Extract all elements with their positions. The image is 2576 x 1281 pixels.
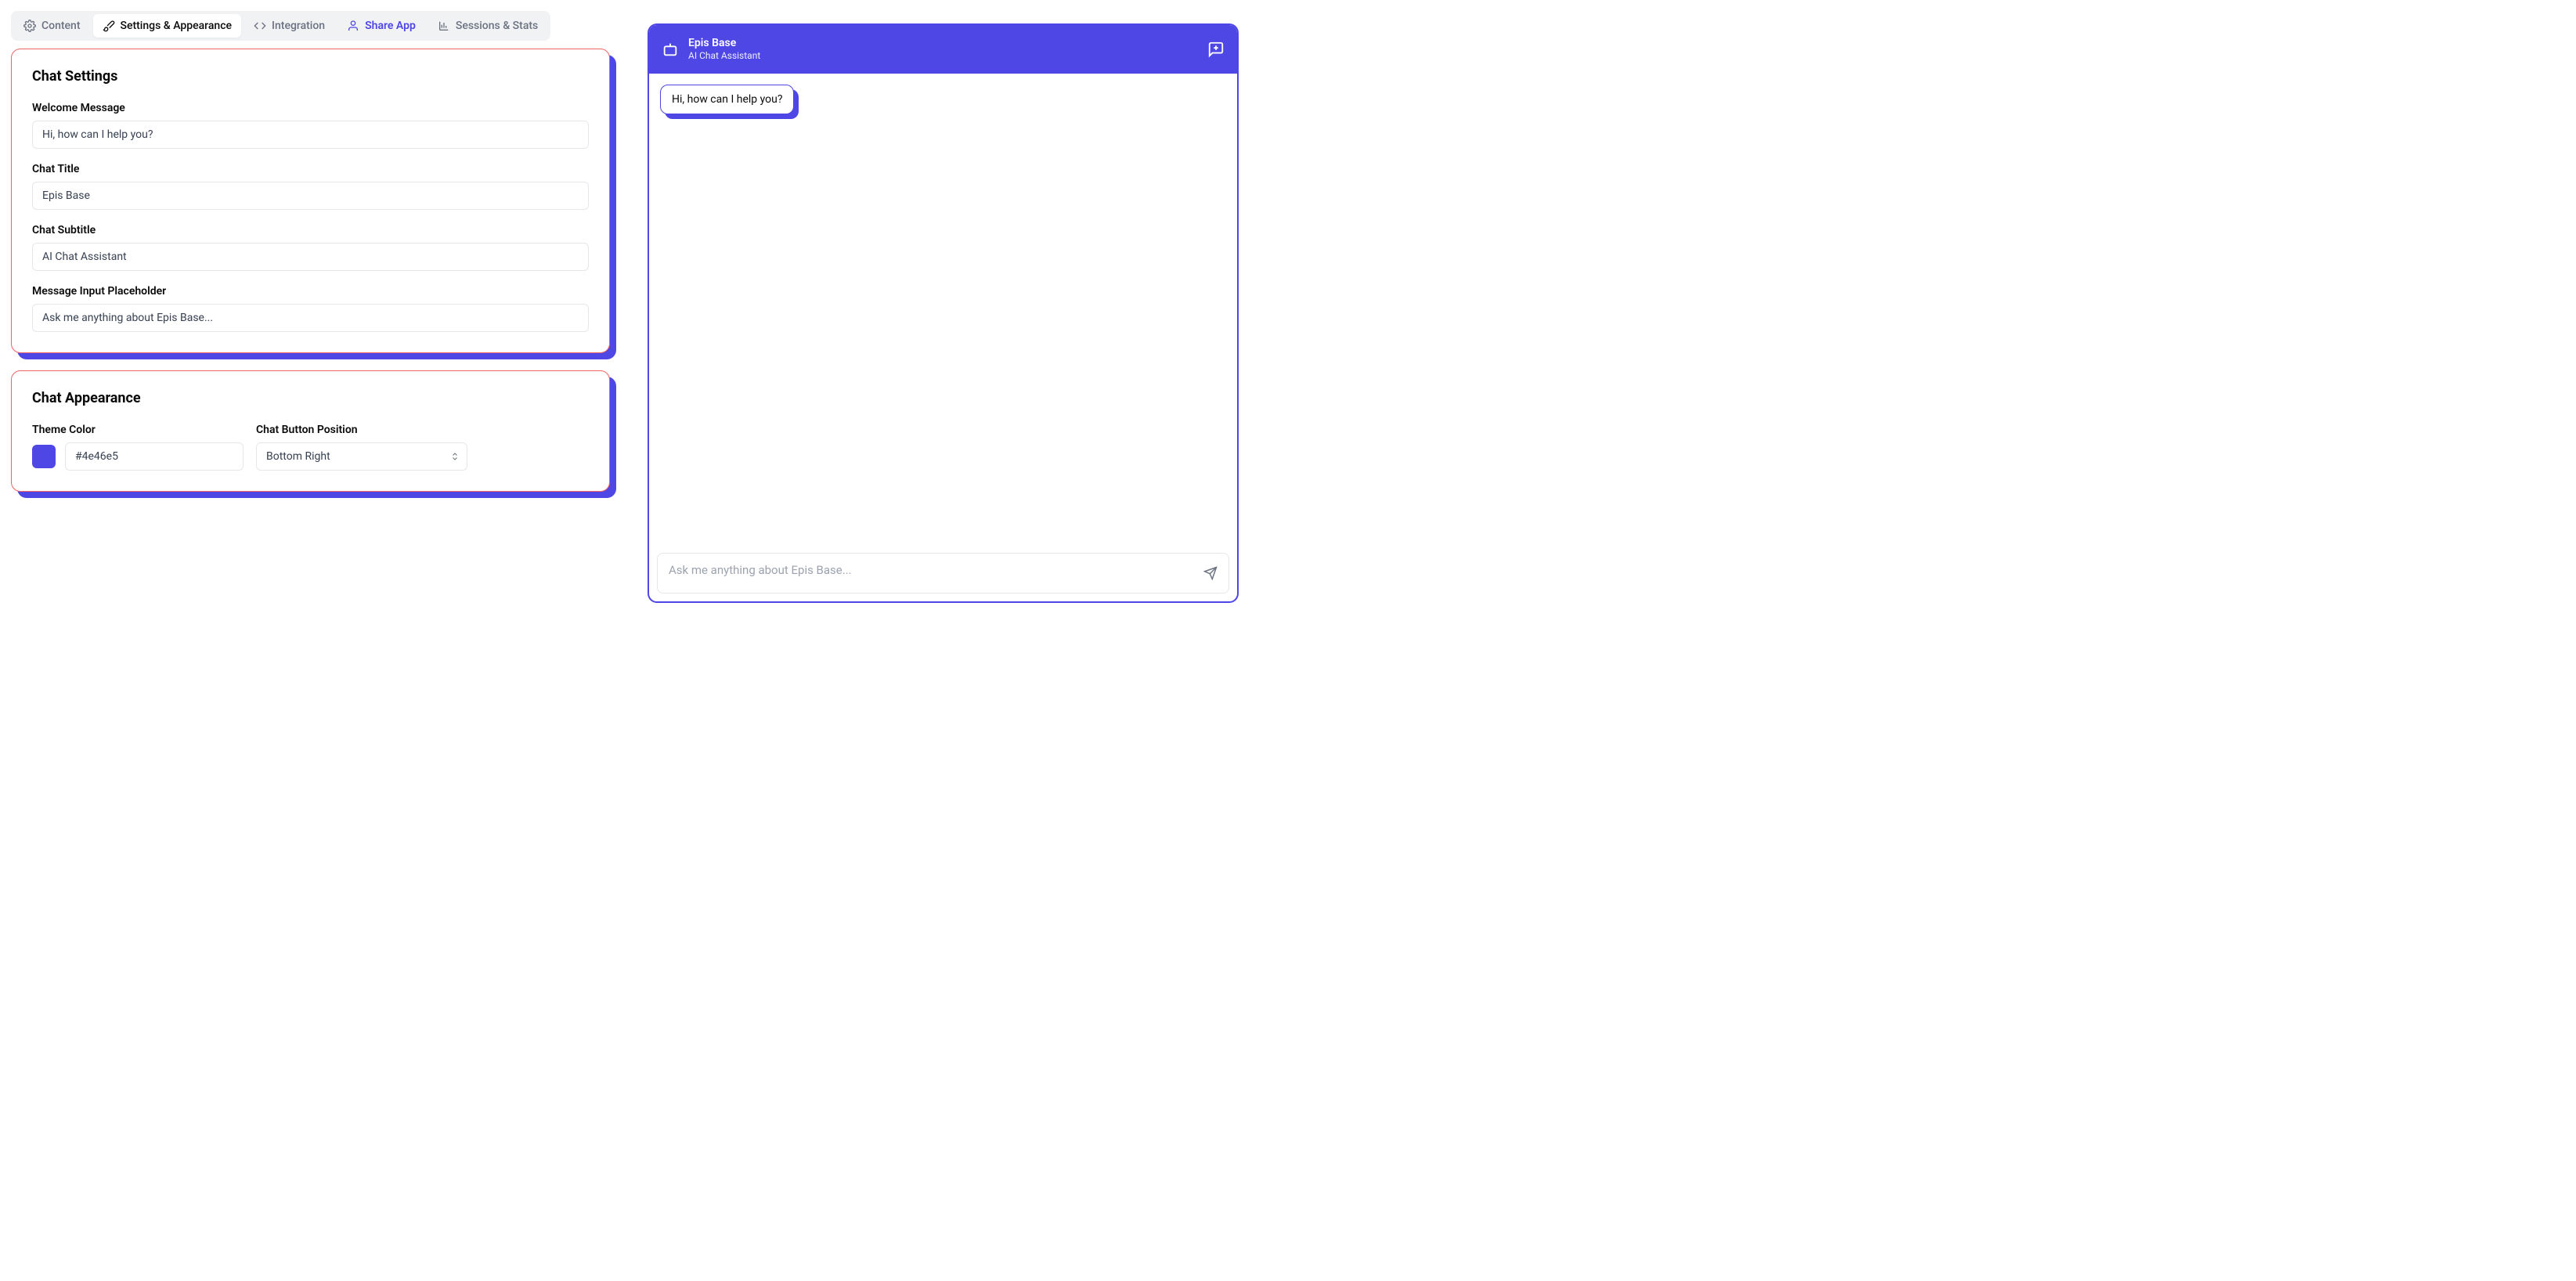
new-chat-icon[interactable] [1207,41,1225,58]
tab-integration[interactable]: Integration [244,14,334,38]
tab-content[interactable]: Content [14,14,90,38]
chat-title-input[interactable] [32,182,589,210]
theme-color-swatch[interactable] [32,445,56,468]
tab-sessions-stats[interactable]: Sessions & Stats [428,14,547,38]
chat-preview-title: Epis Base [688,36,1198,50]
tab-label: Share App [365,20,416,32]
brush-icon [103,20,115,32]
card-title: Chat Appearance [32,390,589,406]
tab-label: Content [41,20,81,32]
theme-color-input[interactable] [65,442,244,471]
user-icon [347,20,359,32]
chat-subtitle-label: Chat Subtitle [32,224,589,236]
tab-label: Settings & Appearance [121,20,233,32]
chat-preview: Epis Base AI Chat Assistant Hi, how can … [648,23,1239,603]
theme-color-label: Theme Color [32,424,244,436]
welcome-message-input[interactable] [32,121,589,149]
tab-settings-appearance[interactable]: Settings & Appearance [93,14,242,38]
chat-title-label: Chat Title [32,163,589,175]
code-icon [254,20,266,32]
chat-input-placeholder: Ask me anything about Epis Base... [669,563,1196,577]
tab-label: Integration [272,20,325,32]
button-position-label: Chat Button Position [256,424,467,436]
welcome-message-label: Welcome Message [32,102,589,114]
chat-preview-subtitle: AI Chat Assistant [688,50,1198,63]
chat-subtitle-input[interactable] [32,243,589,271]
send-icon[interactable] [1203,566,1218,580]
chat-appearance-card: Chat Appearance Theme Color Chat Button … [11,370,610,492]
button-position-select[interactable]: Bottom Right [256,442,467,471]
chat-preview-header: Epis Base AI Chat Assistant [649,25,1237,74]
welcome-bubble: Hi, how can I help you? [660,85,794,114]
chat-bot-icon [662,41,679,58]
chat-preview-input[interactable]: Ask me anything about Epis Base... [657,553,1229,594]
placeholder-label: Message Input Placeholder [32,285,589,298]
chat-settings-card: Chat Settings Welcome Message Chat Title… [11,49,610,353]
bar-chart-icon [438,20,450,32]
tab-label: Sessions & Stats [456,20,538,32]
gear-icon [23,20,36,32]
placeholder-input[interactable] [32,304,589,332]
card-title: Chat Settings [32,68,589,85]
chat-preview-body: Hi, how can I help you? [649,74,1237,545]
tab-share-app[interactable]: Share App [337,14,425,38]
tab-bar: Content Settings & Appearance Integratio… [11,11,550,41]
